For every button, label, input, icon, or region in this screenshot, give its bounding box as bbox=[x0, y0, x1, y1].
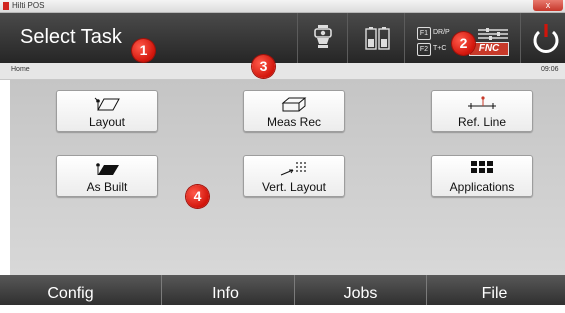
callout-badge-2: 2 bbox=[452, 32, 475, 55]
task-tile-vert-layout[interactable]: Vert. Layout bbox=[243, 155, 345, 197]
fnc-button[interactable]: FNC bbox=[469, 42, 509, 56]
task-tile-ref-line[interactable]: Ref. Line bbox=[431, 90, 533, 132]
header-divider bbox=[520, 13, 521, 63]
total-station-icon[interactable] bbox=[312, 24, 334, 50]
header-divider bbox=[297, 13, 298, 63]
f1-key[interactable]: F1 bbox=[417, 27, 431, 40]
task-tile-label: Ref. Line bbox=[457, 115, 507, 129]
app-header: Select Task 1 F1 DR/P F2 T+C FNC 2 bbox=[0, 13, 565, 63]
window-close-button[interactable]: x bbox=[533, 0, 563, 11]
f2-label: T+C bbox=[433, 45, 447, 52]
window-title: Hilti POS bbox=[12, 1, 45, 10]
task-tile-label: Meas Rec bbox=[266, 115, 322, 129]
clock: 09:06 bbox=[541, 66, 559, 73]
breadcrumb-home[interactable]: Home bbox=[11, 66, 30, 73]
task-tile-label: Layout bbox=[88, 115, 126, 129]
f1-label: DR/P bbox=[433, 29, 450, 36]
header-divider bbox=[404, 13, 405, 63]
f2-key[interactable]: F2 bbox=[417, 43, 431, 56]
hilti-app-icon bbox=[3, 2, 9, 10]
tab-jobs[interactable]: Jobs bbox=[290, 275, 431, 305]
tab-file[interactable]: File bbox=[424, 275, 565, 305]
bottom-tab-bar: Config Info Jobs File bbox=[0, 275, 565, 305]
tab-info[interactable]: Info bbox=[155, 275, 296, 305]
tab-config[interactable]: Config bbox=[0, 275, 141, 305]
header-divider bbox=[347, 13, 348, 63]
task-tile-as-built[interactable]: As Built bbox=[56, 155, 158, 197]
callout-badge-1: 1 bbox=[132, 39, 155, 62]
vert-layout-icon bbox=[280, 162, 306, 176]
task-tile-layout[interactable]: Layout bbox=[56, 90, 158, 132]
task-tile-meas-rec[interactable]: Meas Rec bbox=[243, 90, 345, 132]
callout-badge-3: 3 bbox=[252, 55, 275, 78]
ref-line-icon bbox=[468, 96, 496, 109]
applications-icon bbox=[471, 161, 493, 173]
callout-badge-4: 4 bbox=[186, 185, 209, 208]
meas-rec-icon bbox=[281, 97, 307, 112]
battery-icon[interactable] bbox=[365, 26, 391, 50]
window-title-bar: Hilti POS x bbox=[0, 0, 565, 13]
page-title: Select Task bbox=[20, 26, 122, 48]
task-tile-label: Applications bbox=[449, 180, 515, 194]
task-tile-label: As Built bbox=[86, 180, 128, 194]
as-built-icon bbox=[96, 163, 119, 175]
task-tile-applications[interactable]: Applications bbox=[431, 155, 533, 197]
breadcrumb: Home 09:06 bbox=[0, 63, 565, 80]
layout-icon bbox=[94, 97, 120, 111]
power-icon[interactable] bbox=[531, 22, 561, 54]
settings-sliders-icon[interactable] bbox=[477, 27, 509, 41]
task-tile-label: Vert. Layout bbox=[261, 180, 327, 194]
